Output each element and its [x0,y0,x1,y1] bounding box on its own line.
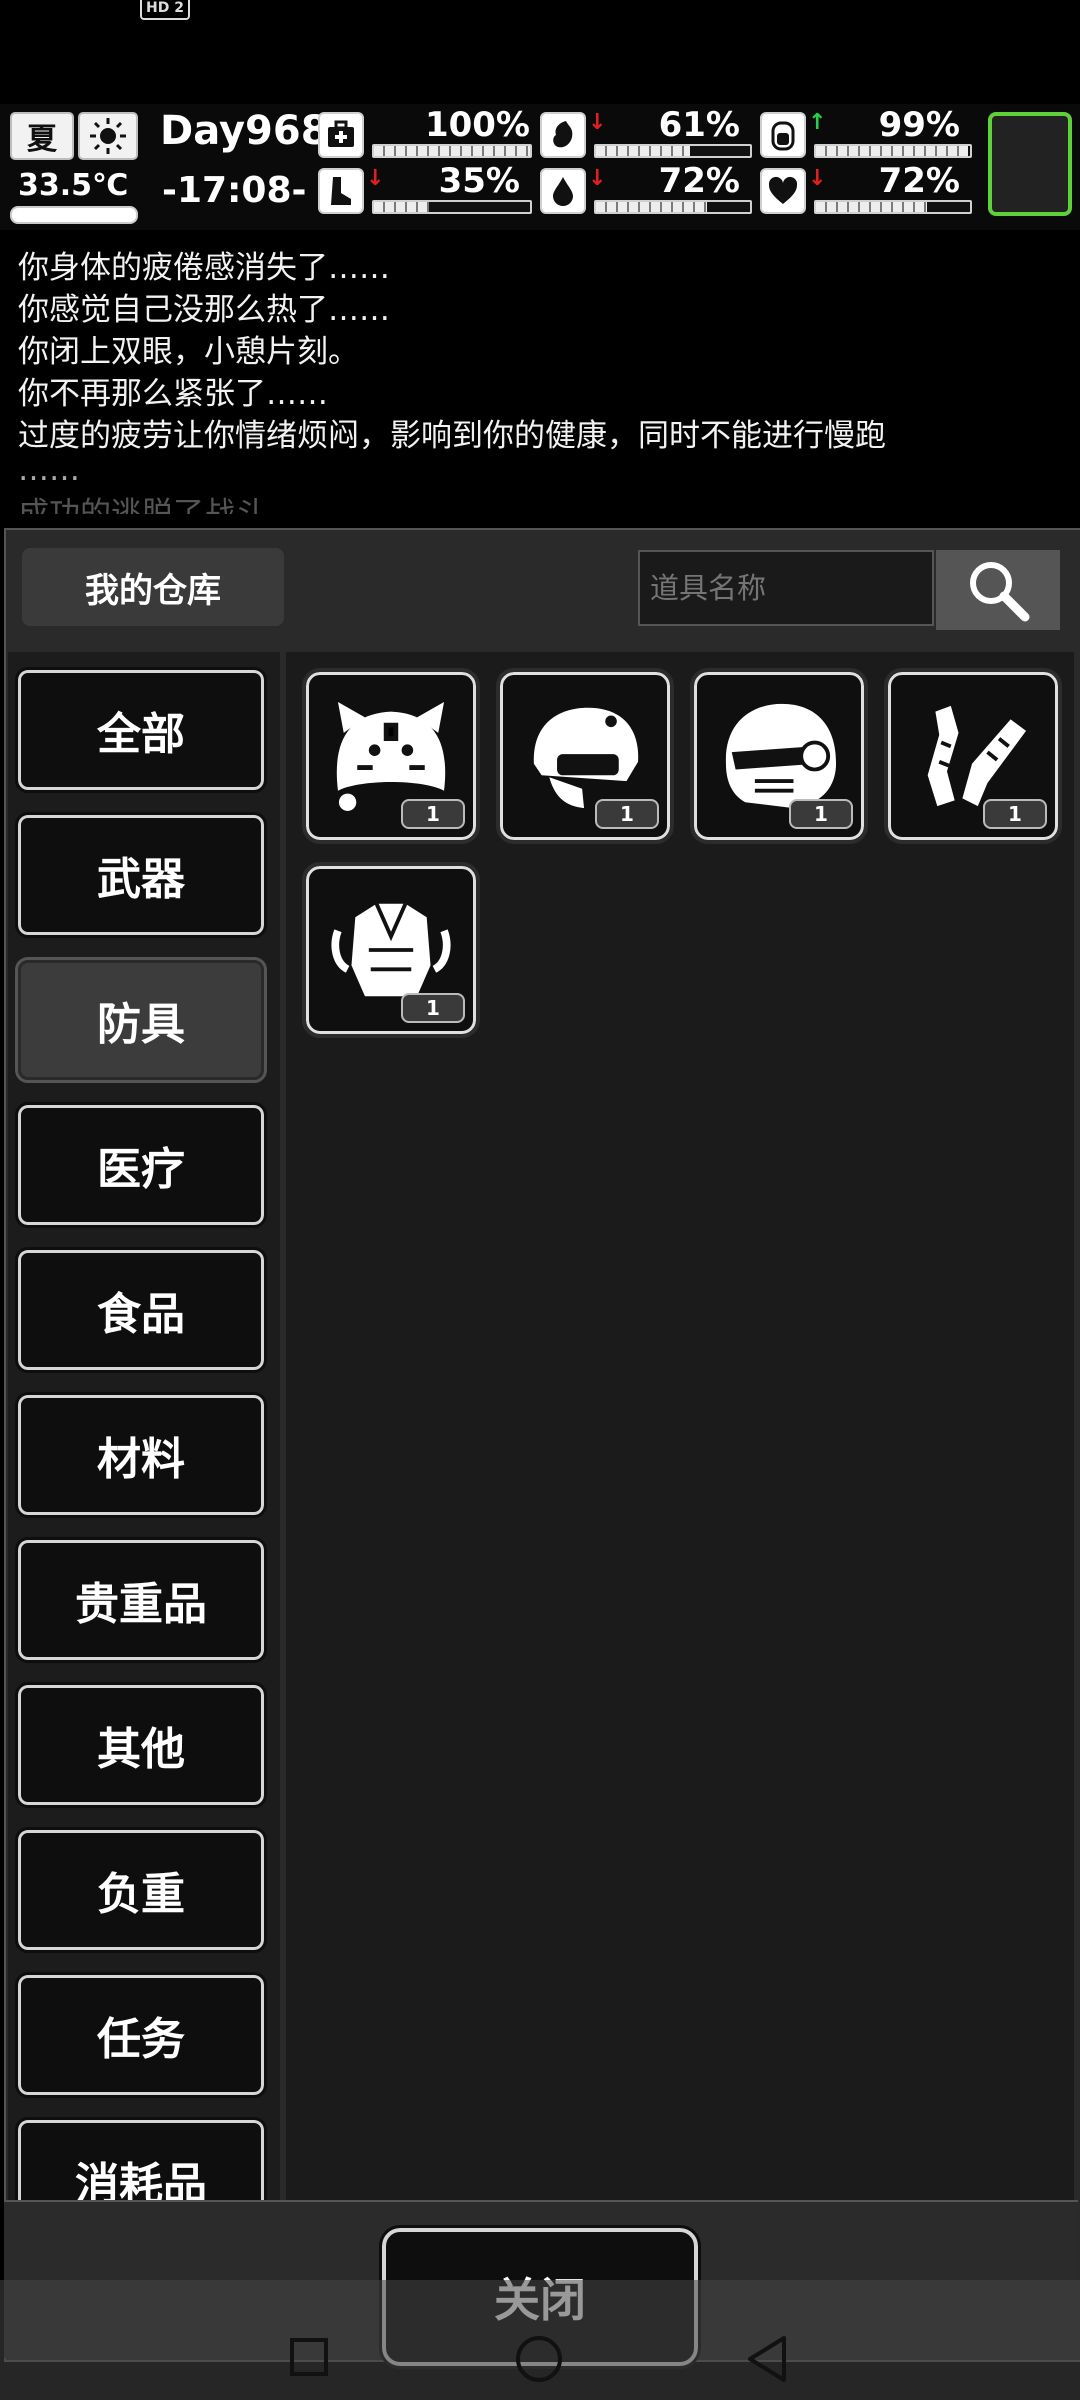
status-bar: HD 2 [0,0,1080,20]
item-quantity: 1 [789,799,853,829]
category-all[interactable]: 全部 [15,667,267,793]
category-valuables[interactable]: 贵重品 [15,1537,267,1663]
log-line: 过度的疲劳让你情绪烦闷，影响到你的健康，同时不能进行慢跑 [18,418,886,454]
category-load[interactable]: 负重 [15,1827,267,1953]
item-slot[interactable]: 1 [690,668,868,844]
log-line: 你身体的疲倦感消失了…… [18,250,390,286]
season-badge: 夏 [10,112,74,160]
foot-icon [318,168,364,214]
hunger-trend-down-icon: ↓ [588,110,607,135]
log-line: 你不再那么紧张了…… [18,376,328,412]
search-input[interactable] [638,550,934,626]
item-quantity: 1 [401,993,465,1023]
category-medical[interactable]: 医疗 [15,1102,267,1228]
item-slot[interactable]: 1 [302,862,480,1038]
search-icon [970,562,1030,622]
stomach-icon [540,112,586,158]
item-slot[interactable]: 1 [884,668,1062,844]
item-quantity: 1 [595,799,659,829]
back-icon[interactable] [744,2334,790,2384]
stamina-bar [372,200,532,214]
thirst-bar [594,200,752,214]
medkit-icon [318,112,364,158]
category-consumables[interactable]: 消耗品 [15,2117,267,2200]
time-label: -17:08- [162,170,307,211]
log-line: 成功的逃脱了战斗 [18,496,266,514]
mood-value: 72% [878,161,960,201]
item-slot[interactable]: 1 [302,668,480,844]
mood-trend-down-icon: ↓ [808,166,827,191]
category-weapons[interactable]: 武器 [15,812,267,938]
hunger-bar [594,144,752,158]
hd-badge: HD 2 [140,0,190,20]
log-line: 你感觉自己没那么热了…… [18,292,390,328]
category-armor[interactable]: 防具 [15,957,267,1083]
item-quantity: 1 [401,799,465,829]
hunger-value: 61% [658,105,740,145]
category-materials[interactable]: 材料 [15,1392,267,1518]
mood-bar [814,200,972,214]
quick-slot[interactable] [988,112,1072,216]
category-food[interactable]: 食品 [15,1247,267,1373]
water-drop-icon [540,168,586,214]
sun-icon [78,112,138,160]
day-label: Day968 [160,108,329,154]
category-other[interactable]: 其他 [15,1682,267,1808]
stamina-trend-down-icon: ↓ [366,166,385,191]
log-line: …… [18,452,80,488]
message-log: 你身体的疲倦感消失了…… 你感觉自己没那么热了…… 你闭上双眼，小憩片刻。 你不… [0,236,1080,514]
thirst-value: 72% [658,161,740,201]
temperature-label: 33.5℃ [18,168,129,203]
system-nav-bar [0,2280,1080,2400]
home-icon[interactable] [516,2336,562,2382]
battery-icon [760,112,806,158]
category-list: 全部 武器 防具 医疗 食品 材料 贵重品 其他 负重 任务 消耗品 [8,652,280,2200]
heart-icon [760,168,806,214]
search-button[interactable] [936,550,1060,630]
warehouse-title: 我的仓库 [22,548,284,626]
energy-bar [814,144,972,158]
thirst-trend-down-icon: ↓ [588,166,607,191]
energy-value: 99% [878,105,960,145]
energy-trend-up-icon: ↑ [808,110,827,135]
thermometer-icon [10,206,138,224]
log-line: 你闭上双眼，小憩片刻。 [18,334,359,370]
item-slot[interactable]: 1 [496,668,674,844]
stamina-value: 35% [438,161,520,201]
health-value: 100% [424,105,530,145]
item-quantity: 1 [983,799,1047,829]
health-bar [372,144,532,158]
category-quests[interactable]: 任务 [15,1972,267,2098]
recents-icon[interactable] [290,2338,328,2376]
item-grid: 1 1 1 1 1 [286,652,1074,2200]
hud-bar: 夏 33.5℃ Day968 -17:08- 100% ↓ 61% ↑ 99% … [0,104,1080,230]
